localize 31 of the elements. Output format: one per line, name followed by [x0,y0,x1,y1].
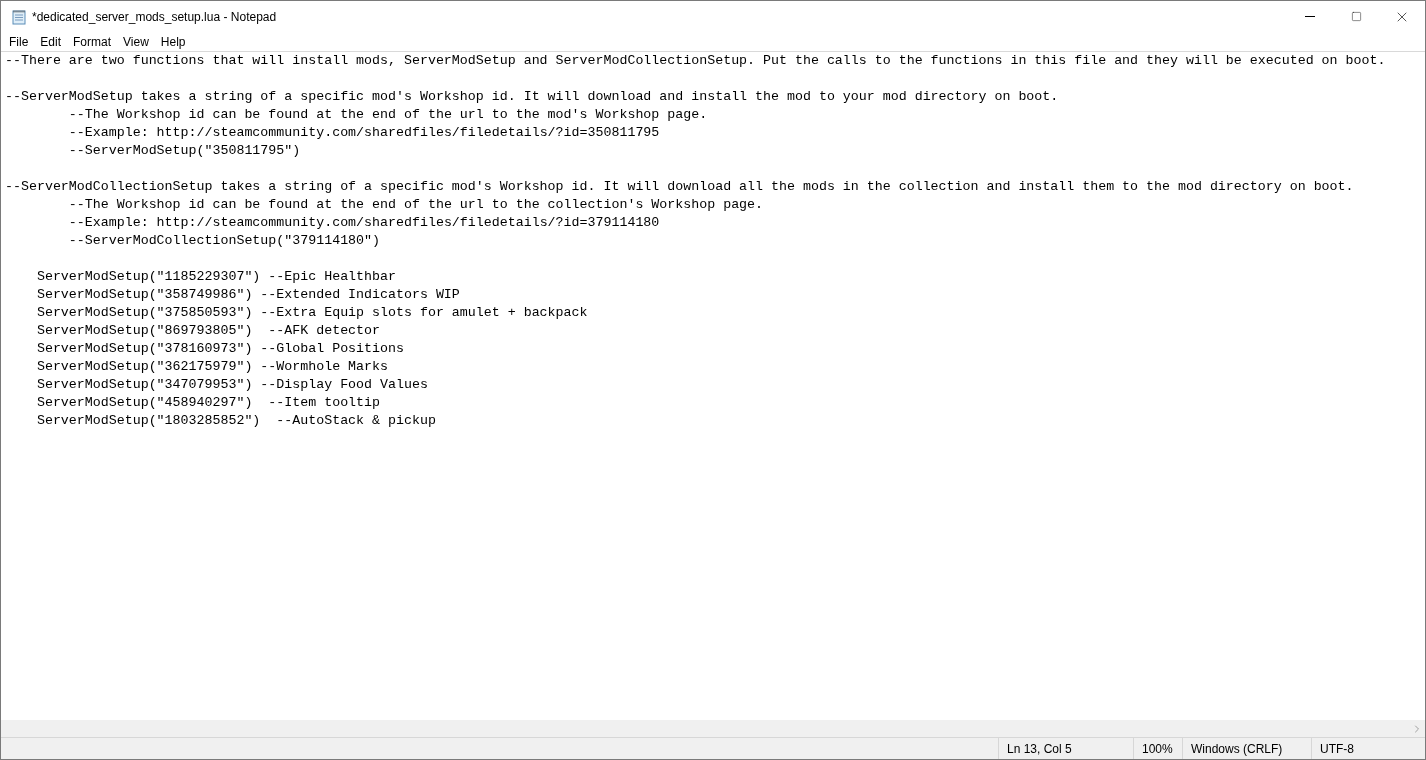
menu-item[interactable]: Help [154,32,192,51]
code-line: ServerModSetup("358749986") --Extended Indicators WIP [35,286,460,304]
line-ending: Windows (CRLF) [1182,738,1311,759]
zoom-level: 100% [1133,738,1182,759]
menu-item[interactable]: View [117,32,155,51]
code-line: ServerModSetup("1185229307") --Epic Healthbar [35,268,396,286]
minimize-icon [1305,16,1315,17]
code-line: --ServerModCollectionSetup takes a string of a specific mod's Workshop id. It will download all the mods in the collection and install them to the mod directory on boot. [5,178,1354,196]
code-line: --There are two functions that will install mods, ServerModSetup and ServerModCollectionSetup. Put the calls to the functions in this file and they will be executed on boot. [5,52,1386,70]
menu-item[interactable]: Edit [34,32,68,51]
code-line: ServerModSetup("1803285852") --AutoStack & pickup [35,412,436,430]
maximize-icon [1350,11,1362,22]
code-line: --ServerModSetup("350811795") [67,142,301,160]
code-line: --Example: http://steamcommunity.com/sharedfiles/filedetails/?id=350811795 [67,124,660,142]
code-line: ServerModSetup("869793805") --AFK detector [35,322,381,340]
encoding: UTF-8 [1311,738,1425,759]
notepad-icon [11,8,27,25]
code-line: ServerModSetup("347079953") --Display Food Values [35,376,428,394]
code-line: --Example: http://steamcommunity.com/sharedfiles/filedetails/?id=379114180 [67,214,660,232]
menu-item[interactable]: Format [67,32,118,51]
code-line: ServerModSetup("378160973") --Global Positions [35,340,404,358]
code-line: --ServerModSetup takes a string of a specific mod's Workshop id. It will download and install the mod to your mod directory on boot. [5,88,1059,106]
code-line: --The Workshop id can be found at the end of the url to the mod's Workshop page. [67,106,708,124]
menu-item[interactable]: File [3,32,35,51]
code-line: --ServerModCollectionSetup("379114180") [67,232,381,250]
cursor-position: Ln 13, Col 5 [998,738,1133,759]
code-line: --The Workshop id can be found at the end of the url to the collection's Workshop page. [67,196,764,214]
code-line: ServerModSetup("458940297") --Item tooltip [35,394,381,412]
code-line: ServerModSetup("375850593") --Extra Equip slots for amulet + backpack [35,304,588,322]
window-title: *dedicated_server_mods_setup.lua - Notepad [32,8,277,26]
code-line: ServerModSetup("362175979") --Wormhole Marks [35,358,388,376]
